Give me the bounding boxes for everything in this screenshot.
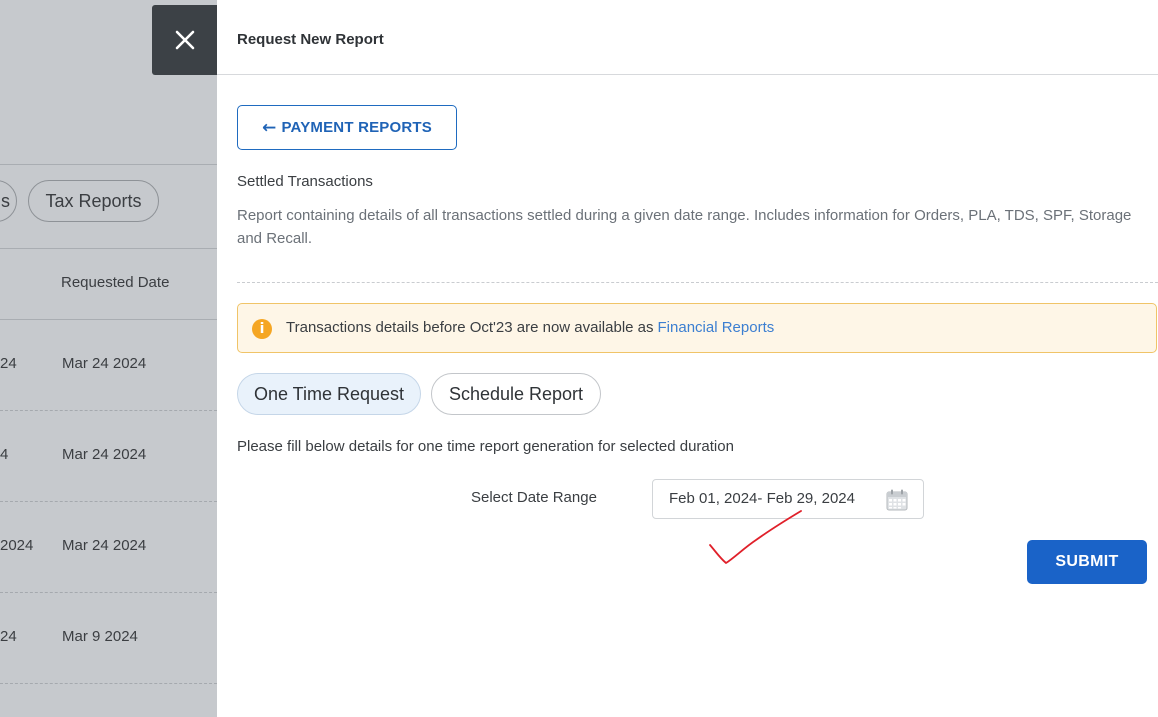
info-icon: i (252, 319, 272, 339)
panel-title: Request New Report (237, 31, 384, 48)
close-icon (175, 30, 194, 50)
financial-reports-link[interactable]: Financial Reports (658, 319, 775, 336)
report-description: Report containing details of all transac… (237, 207, 1132, 247)
tab-schedule-report[interactable]: Schedule Report (431, 373, 601, 415)
background-divider (0, 248, 217, 249)
background-page: s Tax Reports Requested Date 24 Mar 24 2… (0, 0, 217, 717)
background-requested-date: Mar 24 2024 (62, 355, 147, 372)
background-divider (0, 164, 217, 165)
background-row-divider (0, 410, 217, 411)
submit-button[interactable]: SUBMIT (1027, 540, 1147, 584)
background-row-divider (0, 683, 217, 684)
back-button-label: PAYMENT REPORTS (281, 119, 432, 136)
requested-date-column-header: Requested Date (61, 274, 170, 291)
date-range-label: Select Date Range (471, 489, 597, 506)
background-cell: 2024 (0, 537, 34, 554)
close-panel-button[interactable] (152, 5, 217, 75)
background-cell: 4 (0, 446, 9, 463)
info-banner-text: Transactions details before Oct'23 are n… (286, 319, 774, 336)
payment-reports-back-button[interactable]: ← PAYMENT REPORTS (237, 105, 457, 150)
calendar-icon (886, 489, 908, 511)
info-banner: i Transactions details before Oct'23 are… (237, 303, 1157, 353)
arrow-left-icon: ← (262, 117, 277, 138)
info-message: Transactions details before Oct'23 are n… (286, 319, 654, 336)
request-report-panel: Request New Report ← PAYMENT REPORTS Set… (217, 5, 1158, 717)
fill-details-note: Please fill below details for one time r… (237, 438, 734, 455)
section-divider (237, 282, 1158, 283)
report-name: Settled Transactions (237, 173, 373, 190)
background-divider (0, 319, 217, 320)
date-range-value: Feb 01, 2024- Feb 29, 2024 (669, 490, 855, 507)
background-row-divider (0, 592, 217, 593)
background-requested-date: Mar 24 2024 (62, 446, 147, 463)
background-requested-date: Mar 9 2024 (62, 628, 138, 645)
background-requested-date: Mar 24 2024 (62, 537, 147, 554)
background-chip: s (0, 180, 17, 222)
panel-header: Request New Report (217, 5, 1158, 75)
background-cell: 24 (0, 355, 17, 372)
tax-reports-chip: Tax Reports (28, 180, 159, 222)
date-range-input[interactable]: Feb 01, 2024- Feb 29, 2024 (652, 479, 924, 519)
background-row-divider (0, 501, 217, 502)
tab-one-time-request[interactable]: One Time Request (237, 373, 421, 415)
background-cell: 24 (0, 628, 17, 645)
